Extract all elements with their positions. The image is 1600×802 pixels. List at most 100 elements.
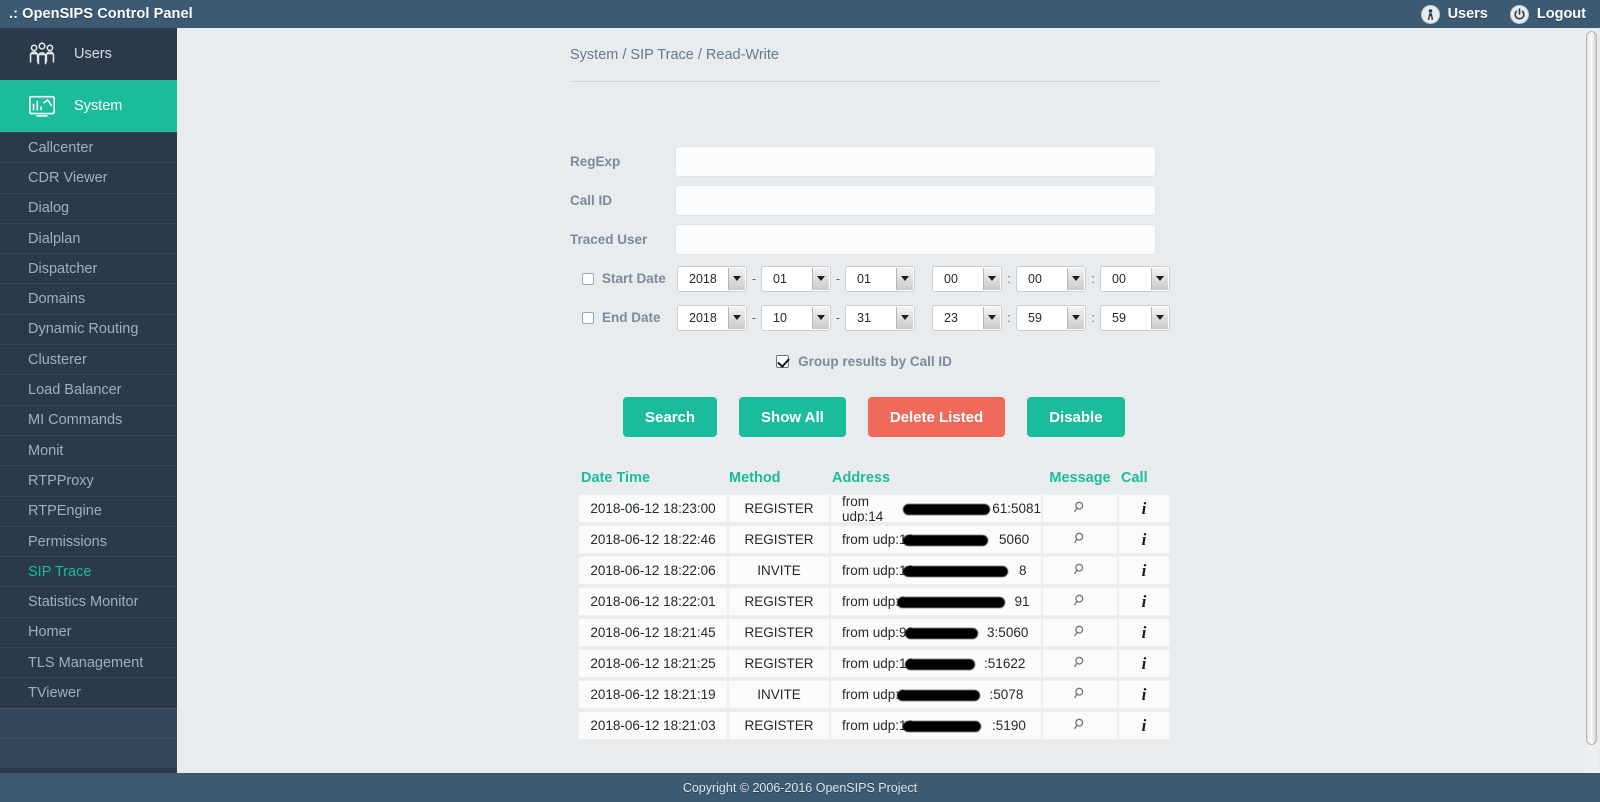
- table-row: 2018-06-12 18:22:06 INVITE from udp:10 8 i: [578, 556, 1170, 585]
- disable-button[interactable]: Disable: [1027, 397, 1125, 437]
- message-view-button[interactable]: [1042, 618, 1118, 647]
- info-icon: i: [1141, 715, 1147, 735]
- top-bar-actions: Users Logout: [1420, 4, 1600, 24]
- end-minute-select[interactable]: 59: [1016, 304, 1086, 331]
- message-view-button[interactable]: [1042, 556, 1118, 585]
- message-view-button[interactable]: [1042, 649, 1118, 678]
- start-date-label: Start Date: [602, 271, 666, 286]
- start-hour-select[interactable]: 00: [932, 265, 1002, 292]
- message-view-button[interactable]: [1042, 587, 1118, 616]
- redaction-bar: [903, 535, 988, 546]
- sidebar-item-cdr-viewer[interactable]: CDR Viewer: [0, 162, 177, 192]
- cell-date-time: 2018-06-12 18:21:19: [578, 680, 728, 709]
- call-info-button[interactable]: i: [1118, 711, 1170, 740]
- start-time-sep-2: :: [1091, 271, 1095, 286]
- sidebar-item-statistics-monitor[interactable]: Statistics Monitor: [0, 586, 177, 616]
- main-content: System / SIP Trace / Read-Write RegExp C…: [177, 28, 1548, 773]
- start-year-select[interactable]: 2018: [677, 265, 747, 292]
- column-header-method[interactable]: Method: [728, 470, 830, 486]
- call-info-button[interactable]: i: [1118, 649, 1170, 678]
- end-date-sep-1: -: [751, 310, 757, 325]
- end-hour-select[interactable]: 23: [932, 304, 1002, 331]
- call-info-button[interactable]: i: [1118, 680, 1170, 709]
- address-suffix: 8: [1019, 563, 1027, 578]
- address-suffix: 61:5081: [992, 501, 1041, 516]
- column-header-call[interactable]: Call: [1118, 470, 1170, 486]
- sidebar-main-system[interactable]: System: [0, 80, 177, 132]
- call-info-button[interactable]: i: [1118, 618, 1170, 647]
- message-view-button[interactable]: [1042, 711, 1118, 740]
- sidebar-item-dispatcher[interactable]: Dispatcher: [0, 253, 177, 283]
- sidebar-item-callcenter[interactable]: Callcenter: [0, 132, 177, 162]
- sidebar-item-monit[interactable]: Monit: [0, 434, 177, 465]
- sidebar-item-dialplan[interactable]: Dialplan: [0, 222, 177, 253]
- cell-method: REGISTER: [728, 711, 830, 740]
- cell-date-time: 2018-06-12 18:22:01: [578, 587, 728, 616]
- scrollbar-thumb[interactable]: [1586, 31, 1597, 745]
- sidebar-item-permissions[interactable]: Permissions: [0, 525, 177, 556]
- end-month-select[interactable]: 10: [761, 304, 831, 331]
- address-prefix: from udp:14: [842, 494, 884, 523]
- group-results-row: Group results by Call ID: [558, 354, 1170, 369]
- sidebar-item-clusterer[interactable]: Clusterer: [0, 344, 177, 374]
- sidebar-item-rtpproxy[interactable]: RTPProxy: [0, 465, 177, 495]
- end-second-select[interactable]: 59: [1100, 304, 1170, 331]
- cell-address: from udp:90 3:5060: [830, 618, 1042, 647]
- regexp-input[interactable]: [675, 146, 1156, 177]
- sidebar-item-label: TLS Management: [28, 654, 144, 671]
- end-date-checkbox[interactable]: [582, 311, 594, 324]
- top-bar: .: OpenSIPS Control Panel Users Logout: [0, 0, 1600, 28]
- start-second-select[interactable]: 00: [1100, 265, 1170, 292]
- end-day-select[interactable]: 31: [845, 304, 915, 331]
- column-header-date-time[interactable]: Date Time: [578, 470, 728, 486]
- column-header-message[interactable]: Message: [1042, 470, 1118, 486]
- column-header-address[interactable]: Address: [830, 470, 1042, 486]
- sidebar-item-load-balancer[interactable]: Load Balancer: [0, 374, 177, 404]
- message-view-button[interactable]: [1042, 525, 1118, 554]
- show-all-button[interactable]: Show All: [739, 397, 846, 437]
- sidebar-item-homer[interactable]: Homer: [0, 616, 177, 647]
- sidebar-item-mi-commands[interactable]: MI Commands: [0, 404, 177, 435]
- call-info-button[interactable]: i: [1118, 494, 1170, 523]
- search-form: RegExp Call ID Traced User Start Date 20…: [570, 142, 1170, 437]
- sidebar-item-tviewer[interactable]: TViewer: [0, 677, 177, 707]
- sidebar-item-rtpengine[interactable]: RTPEngine: [0, 495, 177, 526]
- start-day-select[interactable]: 01: [845, 265, 915, 292]
- search-button[interactable]: Search: [623, 397, 718, 437]
- end-year-select[interactable]: 2018: [677, 304, 747, 331]
- start-minute-select[interactable]: 00: [1016, 265, 1086, 292]
- users-button[interactable]: Users: [1420, 4, 1488, 24]
- sidebar-item-label: RTPProxy: [28, 472, 94, 489]
- traced-user-input[interactable]: [675, 224, 1156, 255]
- sidebar-item-label: Dialplan: [28, 230, 81, 247]
- sidebar-item-tls-management[interactable]: TLS Management: [0, 647, 177, 677]
- call-info-button[interactable]: i: [1118, 556, 1170, 585]
- logout-button[interactable]: Logout: [1509, 4, 1586, 24]
- table-row: 2018-06-12 18:21:45 REGISTER from udp:90 3:…: [578, 618, 1170, 647]
- sidebar-item-dynamic-routing[interactable]: Dynamic Routing: [0, 313, 177, 344]
- callid-input[interactable]: [675, 185, 1156, 216]
- cell-address: from udp:16:51622: [830, 649, 1042, 678]
- cell-address: from udp:10 8: [830, 556, 1042, 585]
- start-time-sep-1: :: [1007, 271, 1011, 286]
- delete-listed-button[interactable]: Delete Listed: [867, 397, 1006, 437]
- vertical-scrollbar[interactable]: [1585, 29, 1598, 773]
- group-results-checkbox[interactable]: [776, 355, 790, 368]
- sidebar-item-domains[interactable]: Domains: [0, 283, 177, 313]
- sidebar-main-users[interactable]: Users: [0, 28, 177, 80]
- sidebar-item-sip-trace[interactable]: SIP Trace: [0, 556, 177, 586]
- call-info-button[interactable]: i: [1118, 587, 1170, 616]
- cell-address: from udp:14 61:5081: [830, 494, 1042, 523]
- end-day-value: 31: [857, 310, 871, 325]
- start-month-select[interactable]: 01: [761, 265, 831, 292]
- address-suffix: :5190: [992, 718, 1026, 733]
- sidebar-item-label: CDR Viewer: [28, 169, 108, 186]
- call-info-button[interactable]: i: [1118, 525, 1170, 554]
- message-view-button[interactable]: [1042, 680, 1118, 709]
- message-view-button[interactable]: [1042, 494, 1118, 523]
- sidebar-item-dialog[interactable]: Dialog: [0, 192, 177, 223]
- end-date-label: End Date: [602, 310, 661, 325]
- redaction-bar: [905, 628, 978, 639]
- start-date-checkbox[interactable]: [582, 272, 594, 285]
- sidebar-item-label: Clusterer: [28, 351, 87, 368]
